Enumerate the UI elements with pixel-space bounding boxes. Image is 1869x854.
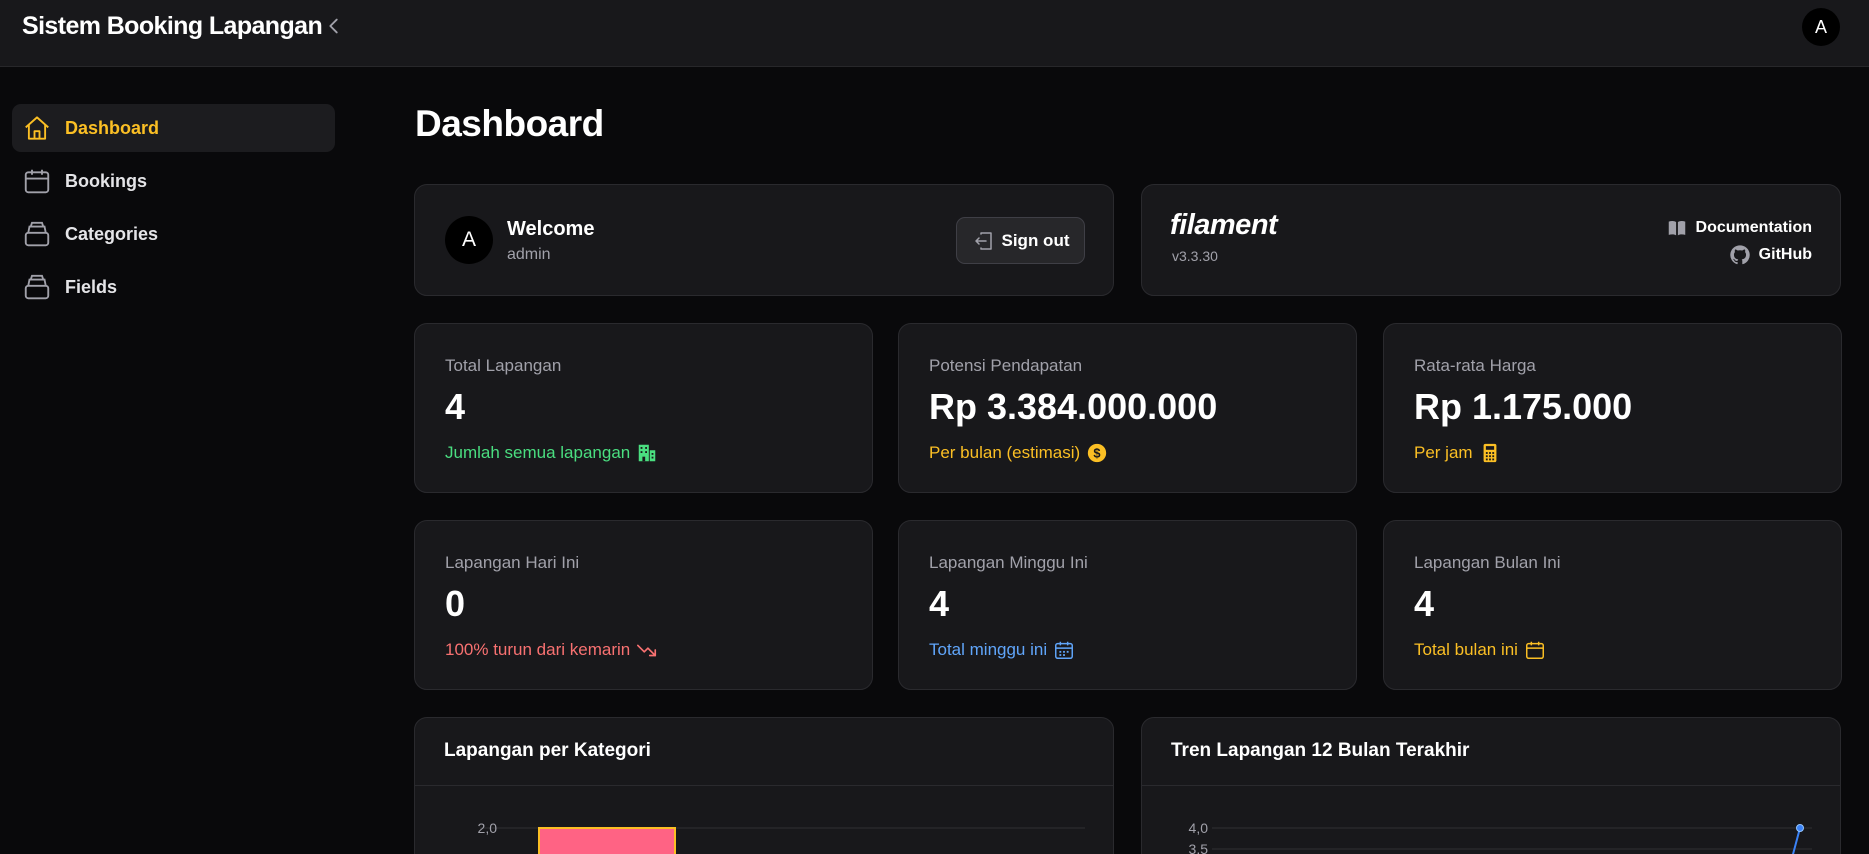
calendar-icon xyxy=(1525,641,1544,659)
filament-logo: filament xyxy=(1170,209,1278,241)
sign-out-icon xyxy=(974,231,992,250)
sidebar-item-dashboard[interactable]: Dashboard xyxy=(12,104,335,152)
chart-card-tren: Tren Lapangan 12 Bulan Terakhir 4,0 3,5 xyxy=(1141,717,1841,854)
sign-out-button[interactable]: Sign out xyxy=(956,217,1085,264)
user-avatar[interactable]: A xyxy=(1802,8,1840,46)
stat-description-text: Per bulan (estimasi) xyxy=(929,443,1081,462)
sidebar-item-label: Fields xyxy=(65,276,118,297)
stat-description: Jumlah semua lapangan xyxy=(445,442,658,464)
stat-card: Lapangan Minggu Ini 4 Total minggu ini xyxy=(898,520,1357,690)
data-point xyxy=(1796,824,1804,832)
stat-card: Lapangan Bulan Ini 4 Total bulan ini xyxy=(1383,520,1842,690)
stat-label: Potensi Pendapatan xyxy=(929,356,1083,375)
sidebar-item-bookings[interactable]: Bookings xyxy=(12,157,335,205)
stat-label: Rata-rata Harga xyxy=(1414,356,1536,375)
sidebar-item-fields[interactable]: Fields xyxy=(12,263,335,311)
stat-description: Per bulan (estimasi) $ xyxy=(929,442,1108,464)
y-tick-label: 3,5 xyxy=(1189,841,1209,854)
stat-value: 4 xyxy=(929,583,950,624)
stat-description: 100% turun dari kemarin xyxy=(445,639,658,661)
stat-label: Lapangan Hari Ini xyxy=(445,553,580,572)
trending-down-icon xyxy=(637,644,657,657)
sign-out-label: Sign out xyxy=(1001,230,1070,250)
sidebar-item-label: Dashboard xyxy=(65,117,160,138)
stat-card: Lapangan Hari Ini 0 100% turun dari kema… xyxy=(414,520,873,690)
calendar-icon xyxy=(24,169,50,194)
bar xyxy=(538,827,676,854)
stat-description: Total minggu ini xyxy=(929,639,1075,661)
username: admin xyxy=(507,246,551,263)
page-title: Dashboard xyxy=(415,103,604,144)
sidebar-item-label: Bookings xyxy=(65,170,148,191)
stat-description: Total bulan ini xyxy=(1414,639,1546,661)
stat-label: Lapangan Bulan Ini xyxy=(1414,553,1561,572)
account-widget: A Welcome admin Sign out xyxy=(414,184,1114,296)
y-tick-label: 4,0 xyxy=(1189,820,1209,836)
stat-description: Per jam xyxy=(1414,442,1501,464)
chart-card-kategori: Lapangan per Kategori 2,0 xyxy=(414,717,1114,854)
documentation-label: Documentation xyxy=(1695,219,1812,236)
calculator-icon xyxy=(1483,443,1496,463)
documentation-link[interactable]: Documentation xyxy=(1666,217,1812,239)
stat-value: 0 xyxy=(445,583,466,624)
stat-value: Rp 1.175.000 xyxy=(1414,386,1633,427)
github-link[interactable]: GitHub xyxy=(1729,244,1812,266)
stat-label: Lapangan Minggu Ini xyxy=(929,553,1088,572)
stat-description-text: 100% turun dari kemarin xyxy=(445,640,631,659)
welcome-text: Welcome xyxy=(507,218,595,240)
stat-description-text: Total minggu ini xyxy=(929,640,1048,659)
stat-label: Total Lapangan xyxy=(445,356,562,375)
stat-value: 4 xyxy=(1414,583,1435,624)
book-open-icon xyxy=(1668,220,1685,236)
github-icon xyxy=(1729,245,1750,265)
app-title[interactable]: Sistem Booking Lapangan xyxy=(22,12,323,41)
stat-value: Rp 3.384.000.000 xyxy=(929,386,1218,427)
inbox-stack-icon xyxy=(24,221,50,247)
avatar: A xyxy=(445,216,493,264)
github-label: GitHub xyxy=(1758,246,1812,263)
filament-info-widget: filament v3.3.30 Documentation GitHub xyxy=(1141,184,1841,296)
stat-description-text: Per jam xyxy=(1414,443,1473,462)
y-tick-label: 2,0 xyxy=(478,820,498,836)
inbox-stack-icon xyxy=(24,274,50,300)
line-chart: 4,0 3,5 xyxy=(1189,820,1812,854)
stat-card: Rata-rata Harga Rp 1.175.000 Per jam xyxy=(1383,323,1842,493)
currency-dollar-icon: $ xyxy=(1088,443,1107,463)
stat-card: Potensi Pendapatan Rp 3.384.000.000 Per … xyxy=(898,323,1357,493)
calendar-days-icon xyxy=(1055,641,1074,659)
stat-value: 4 xyxy=(445,386,466,427)
bar-chart: 2,0 xyxy=(478,820,1085,854)
stat-description-text: Jumlah semua lapangan xyxy=(445,443,631,462)
building-office-icon xyxy=(638,444,656,462)
home-icon xyxy=(25,116,49,140)
sidebar-item-categories[interactable]: Categories xyxy=(12,210,335,258)
sidebar-item-label: Categories xyxy=(65,223,159,244)
svg-text:$: $ xyxy=(1094,446,1101,461)
chevron-left-icon[interactable] xyxy=(323,14,345,38)
topbar: Sistem Booking Lapangan A xyxy=(0,0,1869,67)
series-line xyxy=(1792,827,1801,854)
version-label: v3.3.30 xyxy=(1172,248,1218,264)
stat-description-text: Total bulan ini xyxy=(1414,640,1518,659)
stat-card: Total Lapangan 4 Jumlah semua lapangan xyxy=(414,323,873,493)
